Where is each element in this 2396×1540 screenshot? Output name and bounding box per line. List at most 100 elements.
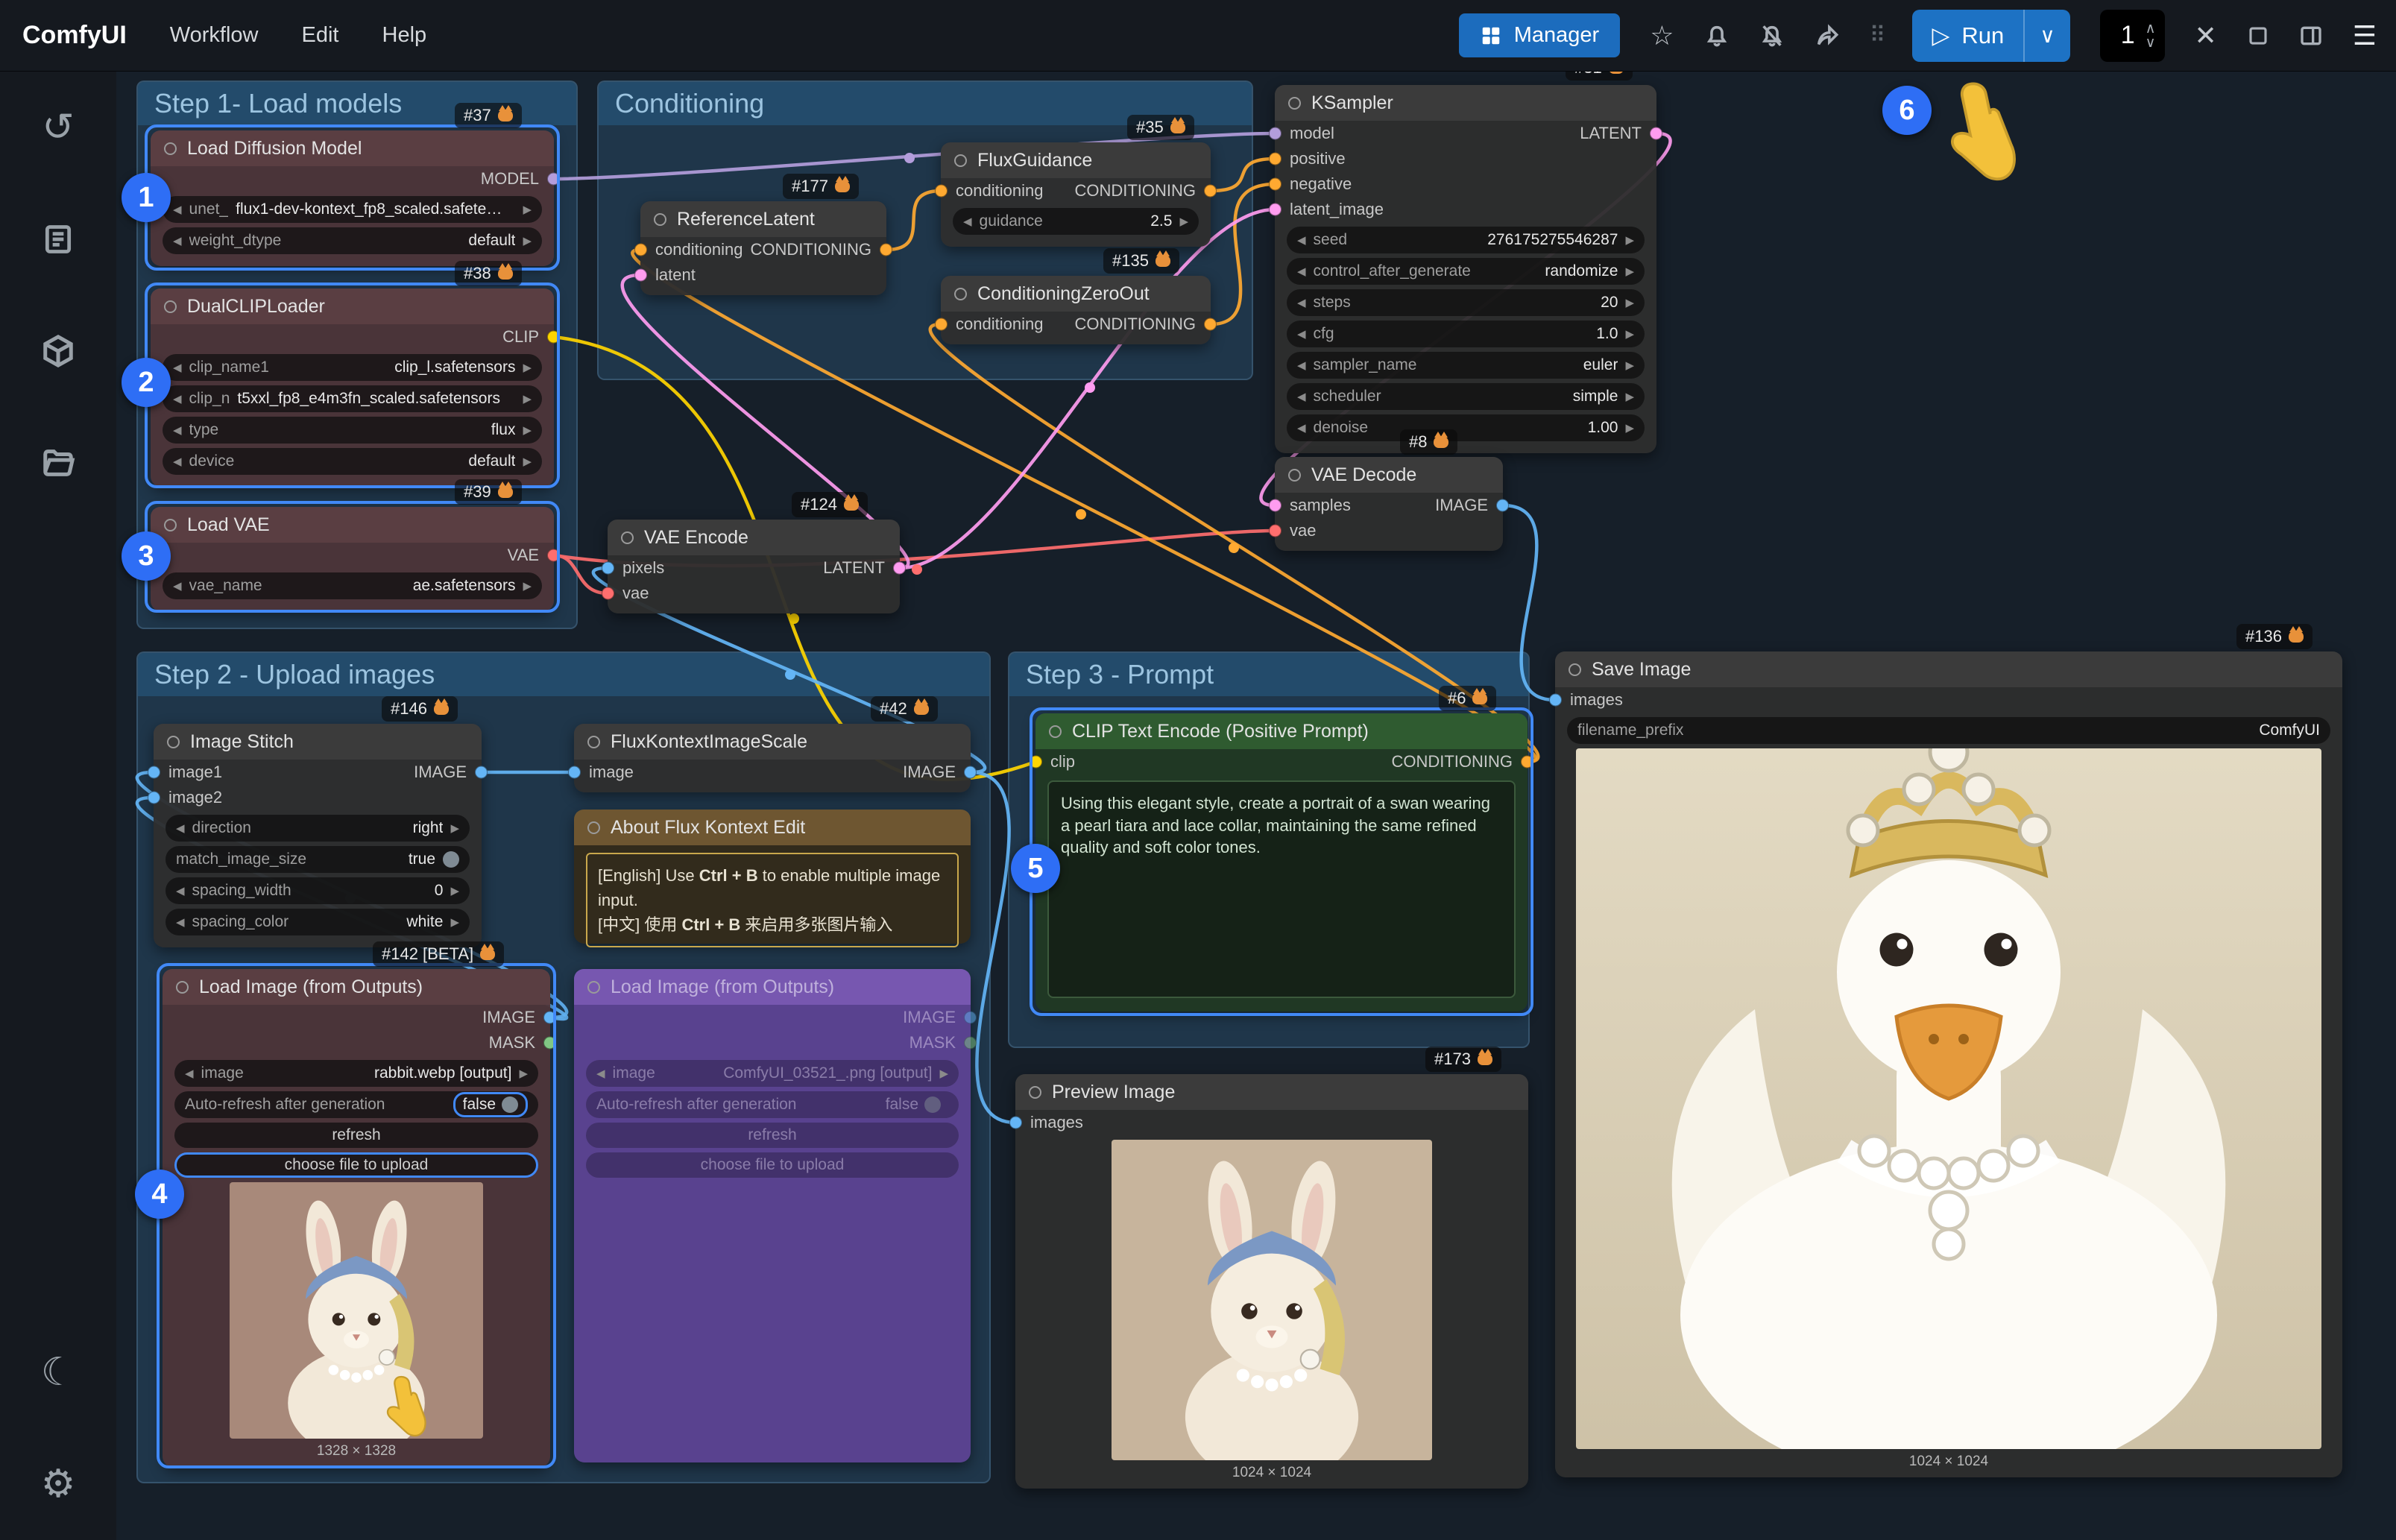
bell-icon[interactable] <box>1704 23 1730 48</box>
decrement-icon[interactable]: ◀ <box>596 1067 605 1080</box>
history-icon[interactable]: ↺ <box>0 72 116 183</box>
manager-button[interactable]: Manager <box>1459 13 1620 57</box>
autorefresh-toggle[interactable]: false <box>453 1092 528 1117</box>
images-input-port[interactable] <box>1549 694 1562 707</box>
clip-input-port[interactable] <box>1030 756 1042 769</box>
vae-name-widget[interactable]: ◀ vae_name ae.safetensors ▶ <box>163 572 542 599</box>
mask-output-port[interactable] <box>543 1037 556 1050</box>
conditioning-output-port[interactable] <box>880 244 892 256</box>
workflows-folder-icon[interactable] <box>0 407 116 519</box>
node-save-image[interactable]: Save Image images filename_prefix ComfyU… <box>1555 651 2342 1477</box>
steps-widget[interactable]: ◀ steps 20 ▶ <box>1287 289 1645 316</box>
increment-icon[interactable]: ▶ <box>523 423 532 437</box>
menu-help[interactable]: Help <box>382 23 427 48</box>
increment-icon[interactable]: ▶ <box>1625 390 1634 403</box>
node-load-image-outputs-bypassed[interactable]: Load Image (from Outputs) IMAGE MASK ◀ i… <box>574 969 971 1462</box>
batch-count-stepper[interactable]: 1 ∧ ∨ <box>2100 10 2165 62</box>
increment-icon[interactable]: ▶ <box>1625 296 1634 309</box>
decrement-icon[interactable]: ◀ <box>1297 359 1306 372</box>
window-icon[interactable] <box>2247 25 2269 47</box>
node-preview-image[interactable]: Preview Image images 1024 × 1024 <box>1015 1074 1528 1489</box>
image-output-port[interactable] <box>1496 499 1509 512</box>
node-clip-text-encode[interactable]: CLIP Text Encode (Positive Prompt) clip … <box>1035 713 1528 1012</box>
node-vae-decode[interactable]: VAE Decode samples IMAGE vae <box>1275 457 1503 551</box>
node-load-vae[interactable]: Load VAE VAE ◀ vae_name ae.safetensors ▶ <box>151 507 554 611</box>
autorefresh-toggle[interactable]: false <box>878 1094 948 1115</box>
share-icon[interactable] <box>1815 23 1840 48</box>
conditioning-output-port[interactable] <box>1204 185 1217 198</box>
collapse-dot-icon[interactable] <box>164 142 177 155</box>
theme-moon-icon[interactable]: ☾ <box>0 1316 116 1428</box>
clip-output-port[interactable] <box>547 331 560 344</box>
increment-icon[interactable]: ▶ <box>1179 215 1188 228</box>
increment-icon[interactable]: ▶ <box>519 1067 528 1080</box>
prompt-textarea[interactable]: Using this elegant style, create a portr… <box>1047 780 1516 998</box>
sampler-name-widget[interactable]: ◀ sampler_name euler ▶ <box>1287 352 1645 379</box>
increment-icon[interactable]: ▶ <box>1625 233 1634 247</box>
increment-icon[interactable]: ▶ <box>523 234 532 247</box>
weight-dtype-widget[interactable]: ◀ weight_dtype default ▶ <box>163 227 542 254</box>
toggle-knob-icon[interactable] <box>924 1096 941 1113</box>
image-output-port[interactable] <box>964 766 977 779</box>
autorefresh-widget[interactable]: Auto-refresh after generation false <box>586 1091 959 1118</box>
positive-input-port[interactable] <box>1269 153 1281 165</box>
increment-batch-icon[interactable]: ∧ <box>2146 22 2156 36</box>
decrement-icon[interactable]: ◀ <box>176 821 185 835</box>
decrement-icon[interactable]: ◀ <box>173 579 182 593</box>
conditioning-input-port[interactable] <box>935 318 948 331</box>
decrement-icon[interactable]: ◀ <box>173 203 182 216</box>
decrement-icon[interactable]: ◀ <box>173 455 182 468</box>
collapse-dot-icon[interactable] <box>587 821 600 834</box>
latent-output-port[interactable] <box>1650 127 1662 140</box>
increment-icon[interactable]: ▶ <box>450 915 459 929</box>
collapse-dot-icon[interactable] <box>1569 663 1581 676</box>
vae-output-port[interactable] <box>547 549 560 562</box>
images-input-port[interactable] <box>1009 1117 1022 1129</box>
node-flux-guidance[interactable]: FluxGuidance conditioning CONDITIONING ◀… <box>941 142 1211 247</box>
increment-icon[interactable]: ▶ <box>450 821 459 835</box>
decrement-icon[interactable]: ◀ <box>185 1067 194 1080</box>
image-input-port[interactable] <box>568 766 581 779</box>
collapse-dot-icon[interactable] <box>587 981 600 994</box>
decrement-icon[interactable]: ◀ <box>173 423 182 437</box>
toggle-knob-icon[interactable] <box>443 851 459 868</box>
match-image-size-widget[interactable]: match_image_size true <box>165 846 470 873</box>
refresh-button[interactable]: refresh <box>174 1123 538 1148</box>
node-flux-kontext-image-scale[interactable]: FluxKontextImageScale image IMAGE <box>574 724 971 792</box>
collapse-dot-icon[interactable] <box>1288 97 1301 110</box>
increment-icon[interactable]: ▶ <box>523 203 532 216</box>
decrement-icon[interactable]: ◀ <box>176 884 185 897</box>
node-reference-latent[interactable]: ReferenceLatent conditioning CONDITIONIN… <box>640 201 886 295</box>
image1-input-port[interactable] <box>148 766 160 779</box>
collapse-dot-icon[interactable] <box>1029 1086 1041 1099</box>
node-load-diffusion-model[interactable]: Load Diffusion Model MODEL ◀ unet_ flux1… <box>151 130 554 266</box>
increment-icon[interactable]: ▶ <box>1625 359 1634 372</box>
choose-file-button[interactable]: choose file to upload <box>586 1152 959 1178</box>
model-library-icon[interactable] <box>0 295 116 407</box>
latent-image-input-port[interactable] <box>1269 203 1281 216</box>
decrement-icon[interactable]: ◀ <box>1297 390 1306 403</box>
guidance-widget[interactable]: ◀ guidance 2.5 ▶ <box>953 208 1199 235</box>
image-output-port[interactable] <box>543 1012 556 1024</box>
increment-icon[interactable]: ▶ <box>523 361 532 374</box>
vae-input-port[interactable] <box>602 587 614 600</box>
control-after-generate-widget[interactable]: ◀ control_after_generate randomize ▶ <box>1287 258 1645 285</box>
node-dualclip-loader[interactable]: DualCLIPLoader CLIP ◀ clip_name1 clip_l.… <box>151 288 554 487</box>
image-output-port[interactable] <box>964 1012 977 1024</box>
samples-input-port[interactable] <box>1269 499 1281 512</box>
model-input-port[interactable] <box>1269 127 1281 140</box>
decrement-icon[interactable]: ◀ <box>1297 327 1306 341</box>
decrement-icon[interactable]: ◀ <box>1297 421 1306 435</box>
collapse-dot-icon[interactable] <box>654 213 666 226</box>
decrement-icon[interactable]: ◀ <box>963 215 972 228</box>
negative-input-port[interactable] <box>1269 178 1281 191</box>
image-file-widget[interactable]: ◀ image rabbit.webp [output] ▶ <box>174 1060 538 1087</box>
node-ksampler[interactable]: KSampler model LATENT positive negative … <box>1275 85 1656 453</box>
clip-name2-widget[interactable]: ◀ clip_n t5xxl_fp8_e4m3fn_scaled.safeten… <box>163 385 542 412</box>
run-options-chevron-icon[interactable]: ∨ <box>2025 23 2070 48</box>
collapse-dot-icon[interactable] <box>587 736 600 748</box>
spacing-width-widget[interactable]: ◀ spacing_width 0 ▶ <box>165 877 470 904</box>
direction-widget[interactable]: ◀ direction right ▶ <box>165 815 470 842</box>
image2-input-port[interactable] <box>148 792 160 804</box>
increment-icon[interactable]: ▶ <box>450 884 459 897</box>
